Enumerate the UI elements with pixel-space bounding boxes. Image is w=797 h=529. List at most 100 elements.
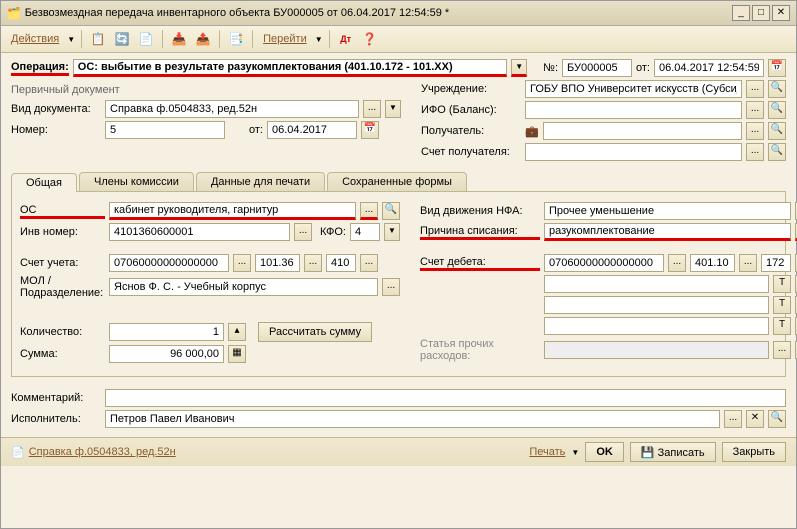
goto-menu[interactable]: Перейти xyxy=(259,31,311,47)
date-field[interactable] xyxy=(654,59,764,77)
os-search-icon[interactable]: 🔍 xyxy=(382,202,400,220)
schet-d2-select-icon[interactable]: ... xyxy=(739,254,757,272)
tb-icon-6[interactable]: 📑 xyxy=(226,29,246,49)
num-label: №: xyxy=(543,62,558,74)
schet-d1-field[interactable] xyxy=(544,254,664,272)
operation-label: Операция: xyxy=(11,61,69,76)
save-icon: 💾 xyxy=(641,447,655,459)
app-icon: 🗂️ xyxy=(7,7,21,20)
minimize-button[interactable]: _ xyxy=(732,5,750,21)
tb-icon-7[interactable]: Дт xyxy=(336,29,356,49)
pol-field[interactable] xyxy=(543,122,742,140)
kfo-dropdown-icon[interactable]: ▼ xyxy=(384,223,400,241)
extra1-t-icon[interactable]: T xyxy=(773,275,791,293)
mol-label: МОЛ / Подразделение: xyxy=(20,275,105,299)
ok-button[interactable]: OK xyxy=(585,442,624,462)
isp-label: Исполнитель: xyxy=(11,413,101,425)
inv-field[interactable] xyxy=(109,223,290,241)
uchr-search-icon[interactable]: 🔍 xyxy=(768,80,786,98)
schet-u1-select-icon[interactable]: ... xyxy=(233,254,251,272)
vid-doc-dropdown-icon[interactable]: ▼ xyxy=(385,100,401,118)
tab-forms[interactable]: Сохраненные формы xyxy=(327,172,467,191)
inv-select-icon[interactable]: ... xyxy=(294,223,312,241)
schet-pol-label: Счет получателя: xyxy=(421,146,521,158)
close-form-button[interactable]: Закрыть xyxy=(722,442,786,462)
kol-spinner-icon[interactable]: ▴ xyxy=(228,323,246,341)
schet-d2-field[interactable] xyxy=(690,254,735,272)
save-button[interactable]: 💾 Записать xyxy=(630,442,716,462)
tb-icon-4[interactable]: 📥 xyxy=(169,29,189,49)
ifo-select-icon[interactable]: ... xyxy=(746,101,764,119)
sum-calc-icon[interactable]: ▦ xyxy=(228,345,246,363)
isp-clear-icon[interactable]: ✕ xyxy=(746,410,764,428)
actions-menu[interactable]: Действия xyxy=(7,31,63,47)
os-field[interactable] xyxy=(109,202,356,220)
ot-date-field[interactable] xyxy=(267,121,357,139)
ot-date-picker-icon[interactable]: 📅 xyxy=(361,121,379,139)
vid-doc-field[interactable] xyxy=(105,100,359,118)
extra-field-3[interactable] xyxy=(544,317,769,335)
uchr-label: Учреждение: xyxy=(421,83,521,95)
tb-icon-3[interactable]: 📄 xyxy=(136,29,156,49)
schet-pol-field[interactable] xyxy=(525,143,742,161)
titlebar: 🗂️ Безвозмездная передача инвентарного о… xyxy=(1,1,796,26)
uchr-field[interactable] xyxy=(525,80,742,98)
os-select-icon[interactable]: ... xyxy=(360,202,378,220)
operation-dropdown-icon[interactable]: ▼ xyxy=(511,59,527,77)
calc-button[interactable]: Рассчитать сумму xyxy=(258,322,372,342)
ot-label: от: xyxy=(249,124,263,136)
ifo-search-icon[interactable]: 🔍 xyxy=(768,101,786,119)
uchr-select-icon[interactable]: ... xyxy=(746,80,764,98)
operation-select[interactable] xyxy=(73,59,507,77)
isp-field[interactable] xyxy=(105,410,720,428)
schet-d1-select-icon[interactable]: ... xyxy=(668,254,686,272)
tb-icon-5[interactable]: 📤 xyxy=(193,29,213,49)
schet-u3-select-icon[interactable]: ... xyxy=(360,254,378,272)
print-link[interactable]: Печать xyxy=(529,446,565,458)
tab-members[interactable]: Члены комиссии xyxy=(79,172,194,191)
komm-label: Комментарий: xyxy=(11,392,101,404)
ifo-field[interactable] xyxy=(525,101,742,119)
schet-u2-field[interactable] xyxy=(255,254,300,272)
kol-field[interactable] xyxy=(109,323,224,341)
maximize-button[interactable]: □ xyxy=(752,5,770,21)
isp-search-icon[interactable]: 🔍 xyxy=(768,410,786,428)
close-button[interactable]: ✕ xyxy=(772,5,790,21)
tb-icon-8[interactable]: ❓ xyxy=(360,29,380,49)
prich-field[interactable] xyxy=(544,223,791,241)
schet-u3-field[interactable] xyxy=(326,254,356,272)
stat-label: Статья прочих расходов: xyxy=(420,338,540,362)
stat-select-icon[interactable]: ... xyxy=(773,341,791,359)
schet-d3-field[interactable] xyxy=(761,254,791,272)
tab-general[interactable]: Общая xyxy=(11,173,77,192)
tab-print[interactable]: Данные для печати xyxy=(196,172,325,191)
prich-label: Причина списания: xyxy=(420,225,540,240)
extra-field-2[interactable] xyxy=(544,296,769,314)
komm-field[interactable] xyxy=(105,389,786,407)
pol-select-icon[interactable]: ... xyxy=(746,122,764,140)
mol-select-icon[interactable]: ... xyxy=(382,278,400,296)
date-picker-icon[interactable]: 📅 xyxy=(768,59,786,77)
extra3-t-icon[interactable]: T xyxy=(773,317,791,335)
schet-u2-select-icon[interactable]: ... xyxy=(304,254,322,272)
extra-field-1[interactable] xyxy=(544,275,769,293)
pol-label: Получатель: xyxy=(421,125,521,137)
tb-icon-2[interactable]: 🔄 xyxy=(112,29,132,49)
schet-pol-search-icon[interactable]: 🔍 xyxy=(768,143,786,161)
sum-field[interactable] xyxy=(109,345,224,363)
num-field[interactable] xyxy=(562,59,632,77)
footer-doc-link[interactable]: Справка ф.0504833, ред.52н xyxy=(29,446,176,458)
tb-icon-1[interactable]: 📋 xyxy=(88,29,108,49)
schet-pol-select-icon[interactable]: ... xyxy=(746,143,764,161)
kfo-field[interactable] xyxy=(350,223,380,241)
vid-dv-field[interactable] xyxy=(544,202,791,220)
nomer-field[interactable] xyxy=(105,121,225,139)
extra2-t-icon[interactable]: T xyxy=(773,296,791,314)
os-label: ОС xyxy=(20,204,105,219)
mol-field[interactable] xyxy=(109,278,378,296)
stat-field xyxy=(544,341,769,359)
pol-search-icon[interactable]: 🔍 xyxy=(768,122,786,140)
vid-doc-select-icon[interactable]: ... xyxy=(363,100,381,118)
schet-u1-field[interactable] xyxy=(109,254,229,272)
isp-select-icon[interactable]: ... xyxy=(724,410,742,428)
